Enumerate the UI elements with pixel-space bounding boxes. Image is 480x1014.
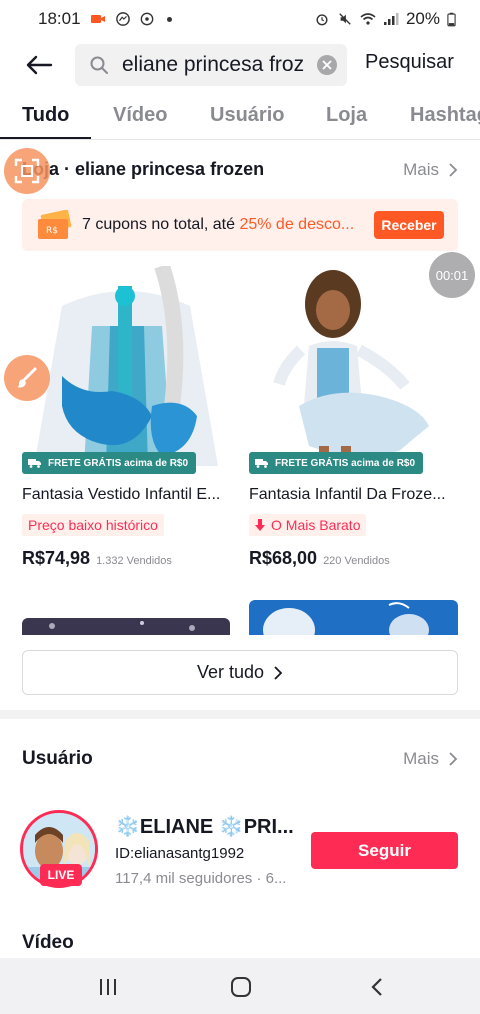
product-card[interactable]: FRETE GRÁTIS acima de R$0 Fantasia Vesti… (22, 266, 230, 569)
search-input[interactable]: eliane princesa frozen (75, 44, 347, 86)
brush-icon[interactable] (4, 355, 50, 401)
follow-button[interactable]: Seguir (311, 832, 458, 869)
chevron-left-icon (371, 978, 382, 996)
coupon-icon-text: R$ (46, 226, 58, 236)
user-more-label: Mais (403, 749, 439, 768)
product-price: R$68,00 (249, 548, 318, 568)
battery-percent: 20% (405, 9, 440, 28)
home-button[interactable] (226, 976, 256, 998)
search-header: eliane princesa frozen Pesquisar (0, 38, 480, 92)
product-image: FRETE GRÁTIS acima de R$0 (249, 266, 457, 474)
product-card[interactable]: FRETE GRÁTIS acima de R$0 Fantasia Infan… (249, 266, 457, 569)
recent-apps-icon (100, 979, 116, 995)
product-sold: 220 Vendidos (323, 555, 390, 567)
video-section-title: Vídeo (22, 932, 74, 953)
free-shipping-tag: FRETE GRÁTIS acima de R$0 (249, 452, 424, 474)
user-name: ❄️ELIANE ❄️PRI... (115, 816, 294, 838)
truck-icon (28, 459, 41, 468)
mute-icon (339, 13, 351, 25)
chevron-right-icon (274, 665, 283, 680)
product-badge: Preço baixo histórico (22, 514, 164, 536)
home-icon (231, 977, 251, 997)
free-shipping-label: FRETE GRÁTIS acima de R$0 (275, 457, 416, 469)
recording-timer[interactable]: 00:01 (429, 252, 475, 298)
product-sold: 1.332 Vendidos (96, 555, 172, 567)
whatsapp-icon (140, 12, 153, 26)
search-submit-button[interactable]: Pesquisar (365, 51, 454, 74)
truck-icon (255, 459, 268, 468)
tab-loja[interactable]: Loja (326, 104, 367, 127)
arrow-down-icon (255, 519, 265, 531)
live-badge: LIVE (40, 864, 82, 886)
receive-coupon-button[interactable]: Receber (374, 211, 444, 239)
product-name: Fantasia Infantil Da Froze... (249, 486, 446, 503)
recent-apps-button[interactable] (93, 976, 123, 998)
system-nav-bar (0, 958, 480, 1014)
coupon-text-prefix: 7 cupons no total, até (82, 216, 240, 233)
scan-icon[interactable] (4, 148, 50, 194)
search-query: eliane princesa frozen (122, 53, 304, 76)
wifi-icon (360, 13, 376, 25)
tab-video[interactable]: Vídeo (113, 104, 167, 127)
tab-usuario[interactable]: Usuário (210, 104, 284, 127)
shop-more-label: Mais (403, 159, 439, 179)
tab-tudo[interactable]: Tudo (22, 104, 69, 127)
status-time: 18:01 (38, 9, 81, 28)
coupon-text-highlight: 25% de desco... (239, 216, 355, 233)
arrow-left-icon (26, 55, 53, 75)
product-price: R$74,98 (22, 548, 91, 568)
battery-icon (447, 12, 456, 26)
product-image-peek (22, 618, 230, 635)
chevron-right-icon (449, 752, 458, 766)
product-image: FRETE GRÁTIS acima de R$0 (22, 266, 230, 474)
product-badge: O Mais Barato (249, 514, 367, 536)
user-more-link[interactable]: Mais (403, 749, 458, 769)
user-section-header: Usuário Mais (22, 748, 458, 770)
free-shipping-tag: FRETE GRÁTIS acima de R$0 (22, 452, 197, 474)
section-divider (0, 710, 480, 719)
product-name: Fantasia Vestido Infantil E... (22, 486, 221, 503)
user-id: ID:elianasantg1992 (115, 845, 245, 862)
user-result[interactable]: LIVE ❄️ELIANE ❄️PRI... ID:elianasantg199… (20, 810, 460, 890)
alarm-icon (316, 14, 328, 26)
results-tabs: Tudo Vídeo Usuário Loja Hashtags (0, 92, 480, 140)
product-badge-label: O Mais Barato (271, 517, 361, 533)
active-tab-indicator (0, 137, 91, 139)
product-image-peek (249, 600, 458, 635)
messenger-icon (115, 12, 130, 26)
coupon-icon: R$ (36, 209, 72, 240)
shop-section-header: Loja · eliane princesa frozen Mais (22, 159, 458, 180)
coupon-text: 7 cupons no total, até 25% de desco... (82, 216, 354, 234)
tab-hashtags[interactable]: Hashtags (410, 104, 480, 127)
user-section-title: Usuário (22, 748, 93, 769)
video-section-header: Vídeo (22, 932, 458, 954)
chevron-right-icon (449, 162, 458, 177)
shop-more-link[interactable]: Mais (403, 160, 458, 180)
status-bar: 18:01 20% (0, 0, 480, 38)
coupon-bar[interactable]: R$ 7 cupons no total, até 25% de desco..… (22, 199, 458, 251)
shop-title: Loja · eliane princesa frozen (22, 159, 265, 179)
product-badge-label: Preço baixo histórico (28, 517, 158, 533)
free-shipping-label: FRETE GRÁTIS acima de R$0 (48, 457, 189, 469)
back-button[interactable] (19, 45, 59, 85)
user-followers: 117,4 mil seguidores · 6... (115, 870, 287, 887)
signal-icon (383, 13, 399, 25)
clear-icon[interactable] (317, 55, 337, 75)
see-all-button[interactable]: Ver tudo (22, 650, 458, 695)
notification-dot-icon (166, 16, 172, 22)
see-all-label: Ver tudo (196, 662, 265, 682)
back-nav-button[interactable] (362, 976, 392, 998)
video-record-icon (90, 15, 105, 23)
search-icon (88, 54, 110, 76)
